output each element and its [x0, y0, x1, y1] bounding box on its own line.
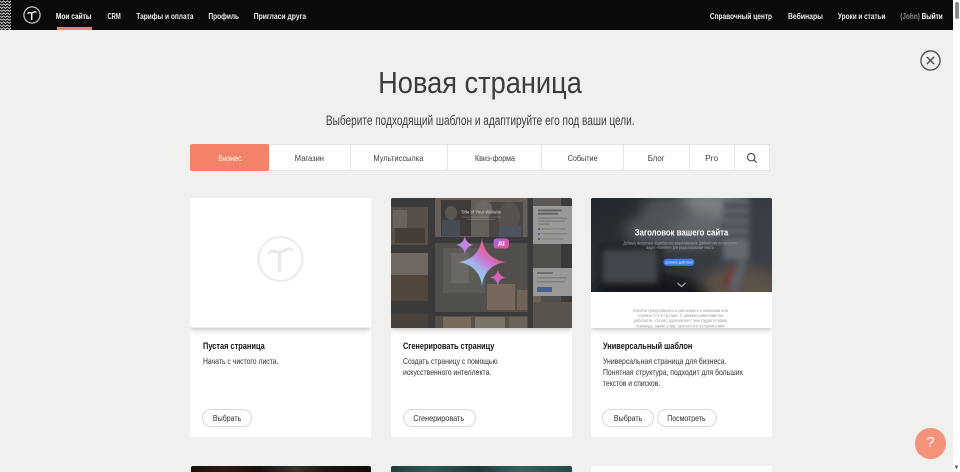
svg-text:команда, какие у ваc ценности: команда, какие у ваc ценности и устремле…	[637, 323, 726, 328]
svg-text:видео «Контент» для редактиров: видео «Контент» для редактирования текст…	[647, 245, 715, 250]
svg-text:Title of Your Website: Title of Your Website	[461, 209, 501, 214]
svg-text:Заголовок вашего сайта: Заголовок вашего сайта	[635, 227, 729, 237]
svg-text:ЦЕЛЕВОЕ ДЕЙСТВИЕ: ЦЕЛЕВОЕ ДЕЙСТВИЕ	[665, 261, 693, 265]
svg-text:AI: AI	[497, 241, 504, 248]
